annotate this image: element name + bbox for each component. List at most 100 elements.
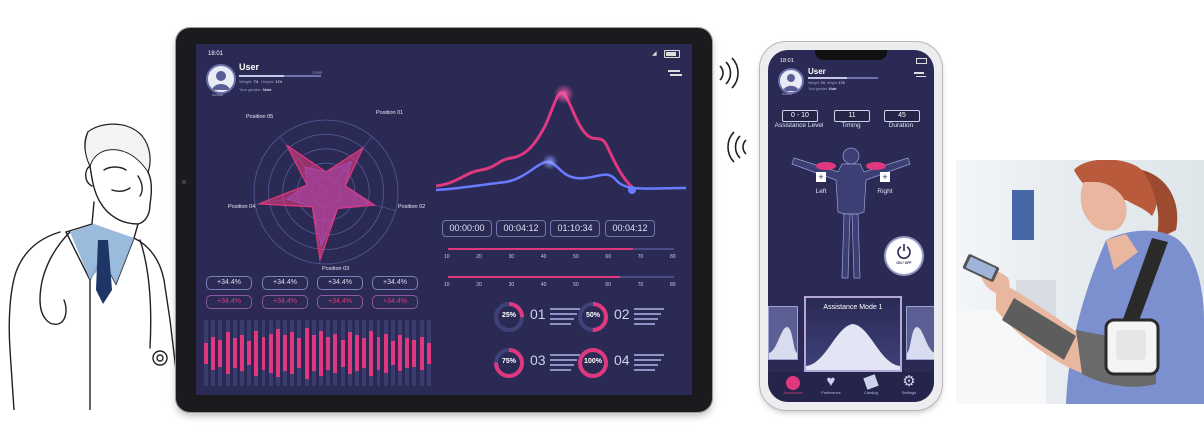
bar-track bbox=[297, 320, 302, 386]
nav-preference[interactable]: ♥ Preference bbox=[816, 374, 846, 396]
slider-tick-label: 60 bbox=[605, 282, 611, 288]
slider-2-ticks: 10 20 30 40 50 60 70 80 bbox=[444, 282, 680, 290]
slider-tick-label: 30 bbox=[508, 254, 515, 260]
mode-curve bbox=[806, 324, 900, 370]
bar-track bbox=[232, 320, 237, 386]
donut-stats: 25% 01 50% 02 75% 03 100% 04 bbox=[492, 300, 688, 392]
bar bbox=[347, 332, 352, 374]
phone-weight-label: Weight: bbox=[808, 81, 820, 85]
slider-tick-label: 20 bbox=[476, 254, 482, 260]
bar-track bbox=[268, 320, 273, 386]
bar-track bbox=[204, 320, 208, 386]
slider-tick-label: 50 bbox=[573, 254, 579, 260]
slider-tick-label: 50 bbox=[573, 282, 579, 288]
nav-assistance-label: Assistance bbox=[783, 390, 803, 395]
donut-text-line bbox=[550, 369, 571, 371]
wave-chart bbox=[436, 84, 686, 194]
slider-tick-label: 10 bbox=[444, 254, 450, 260]
bar bbox=[290, 332, 295, 374]
timer-3: 01:10:34 bbox=[550, 220, 600, 237]
wifi-signal-icon bbox=[719, 57, 739, 89]
bar-track bbox=[383, 320, 388, 386]
bar bbox=[398, 335, 403, 371]
power-button[interactable]: ON / OFF bbox=[886, 238, 922, 274]
bar-track bbox=[211, 320, 216, 386]
bar bbox=[405, 338, 410, 368]
power-icon bbox=[897, 244, 911, 259]
range-slider-1[interactable] bbox=[448, 248, 674, 250]
slider-tick-label: 60 bbox=[605, 254, 611, 260]
bar-track bbox=[254, 320, 259, 386]
bar bbox=[311, 335, 316, 371]
stat-pill: +34.4% bbox=[317, 276, 363, 290]
range-slider-2[interactable] bbox=[448, 276, 674, 278]
bar-track bbox=[225, 320, 230, 386]
avatar[interactable] bbox=[206, 64, 236, 94]
bar-track bbox=[419, 320, 424, 386]
radar-label: Position 03 bbox=[322, 266, 349, 272]
donut-text-line bbox=[634, 308, 664, 310]
bar-track bbox=[218, 320, 223, 386]
donut-value: 100% bbox=[584, 358, 602, 365]
timing-input[interactable]: 11 bbox=[834, 110, 870, 122]
assistance-level-input[interactable]: 0 - 10 bbox=[782, 110, 818, 122]
bar-track bbox=[354, 320, 359, 386]
battery-icon bbox=[664, 50, 680, 58]
bar-track bbox=[261, 320, 266, 386]
donut-text-line bbox=[634, 313, 661, 315]
bar bbox=[362, 338, 367, 368]
bar bbox=[354, 335, 359, 371]
mode-card-next[interactable] bbox=[906, 306, 934, 360]
phone-weight-value: 74 bbox=[820, 81, 825, 85]
nav-settings-label: Settings bbox=[901, 390, 917, 395]
right-plus-button[interactable]: + bbox=[880, 172, 890, 182]
duration-input[interactable]: 45 bbox=[884, 110, 920, 122]
radar-chart: Position 01 Position 02 Position 03 Positio… bbox=[228, 110, 425, 272]
phone-height-value: 174 bbox=[838, 81, 845, 85]
range-slider-1-fill bbox=[448, 248, 634, 250]
donut-number: 02 bbox=[614, 306, 630, 322]
donut-number: 04 bbox=[614, 352, 630, 368]
donut-stat: 100% 04 bbox=[576, 346, 686, 390]
right-label: Right bbox=[877, 188, 893, 195]
nav-settings[interactable]: ⚙ Settings bbox=[894, 374, 924, 396]
phone-user-name: User bbox=[808, 67, 826, 76]
wave-blue-line bbox=[436, 160, 686, 192]
donut-text-line bbox=[634, 354, 664, 356]
donut-value: 50% bbox=[585, 312, 600, 319]
bar bbox=[283, 335, 288, 371]
bar-track bbox=[326, 320, 331, 386]
height-value: 174 bbox=[275, 79, 282, 84]
donut-text-line bbox=[634, 364, 658, 366]
nav-catalog[interactable]: Catalog bbox=[856, 374, 886, 395]
stat-pill-pink: +34.4% bbox=[206, 295, 252, 309]
bar bbox=[204, 342, 208, 364]
bar-track bbox=[239, 320, 244, 386]
phone-user-progress bbox=[808, 77, 878, 79]
tablet-screen: 18:01 ◢ Avatar User 12/50 Weight: 74 Hei… bbox=[196, 44, 692, 395]
assistance-level-label: Assistance Level bbox=[774, 122, 824, 129]
bottom-nav: Assistance ♥ Preference Catalog ⚙ Settin… bbox=[768, 372, 934, 402]
bar bbox=[319, 330, 323, 376]
user-score: 12/50 bbox=[312, 70, 323, 75]
bar-visualizer bbox=[204, 320, 434, 386]
donut-number: 01 bbox=[530, 306, 546, 322]
phone-avatar[interactable] bbox=[778, 68, 804, 94]
donut-text-line bbox=[634, 369, 655, 371]
nav-assistance[interactable]: Assistance bbox=[778, 376, 808, 395]
status-time: 18:01 bbox=[208, 51, 224, 57]
bar bbox=[419, 336, 424, 370]
donut-text-line bbox=[550, 364, 574, 366]
mode-card-prev[interactable] bbox=[768, 306, 798, 360]
menu-icon[interactable] bbox=[668, 70, 682, 76]
bar-track bbox=[369, 320, 374, 386]
phone-menu-icon[interactable] bbox=[914, 72, 926, 77]
slider-tick-label: 40 bbox=[540, 254, 547, 260]
timer-1: 00:00:00 bbox=[442, 220, 492, 237]
timer-2: 00:04:12 bbox=[496, 220, 546, 237]
left-plus-button[interactable]: + bbox=[816, 172, 826, 182]
bar-track bbox=[283, 320, 288, 386]
bar-track bbox=[347, 320, 352, 386]
mode-card-active[interactable]: Assistance Mode 1 bbox=[804, 296, 902, 372]
bar bbox=[218, 339, 223, 367]
